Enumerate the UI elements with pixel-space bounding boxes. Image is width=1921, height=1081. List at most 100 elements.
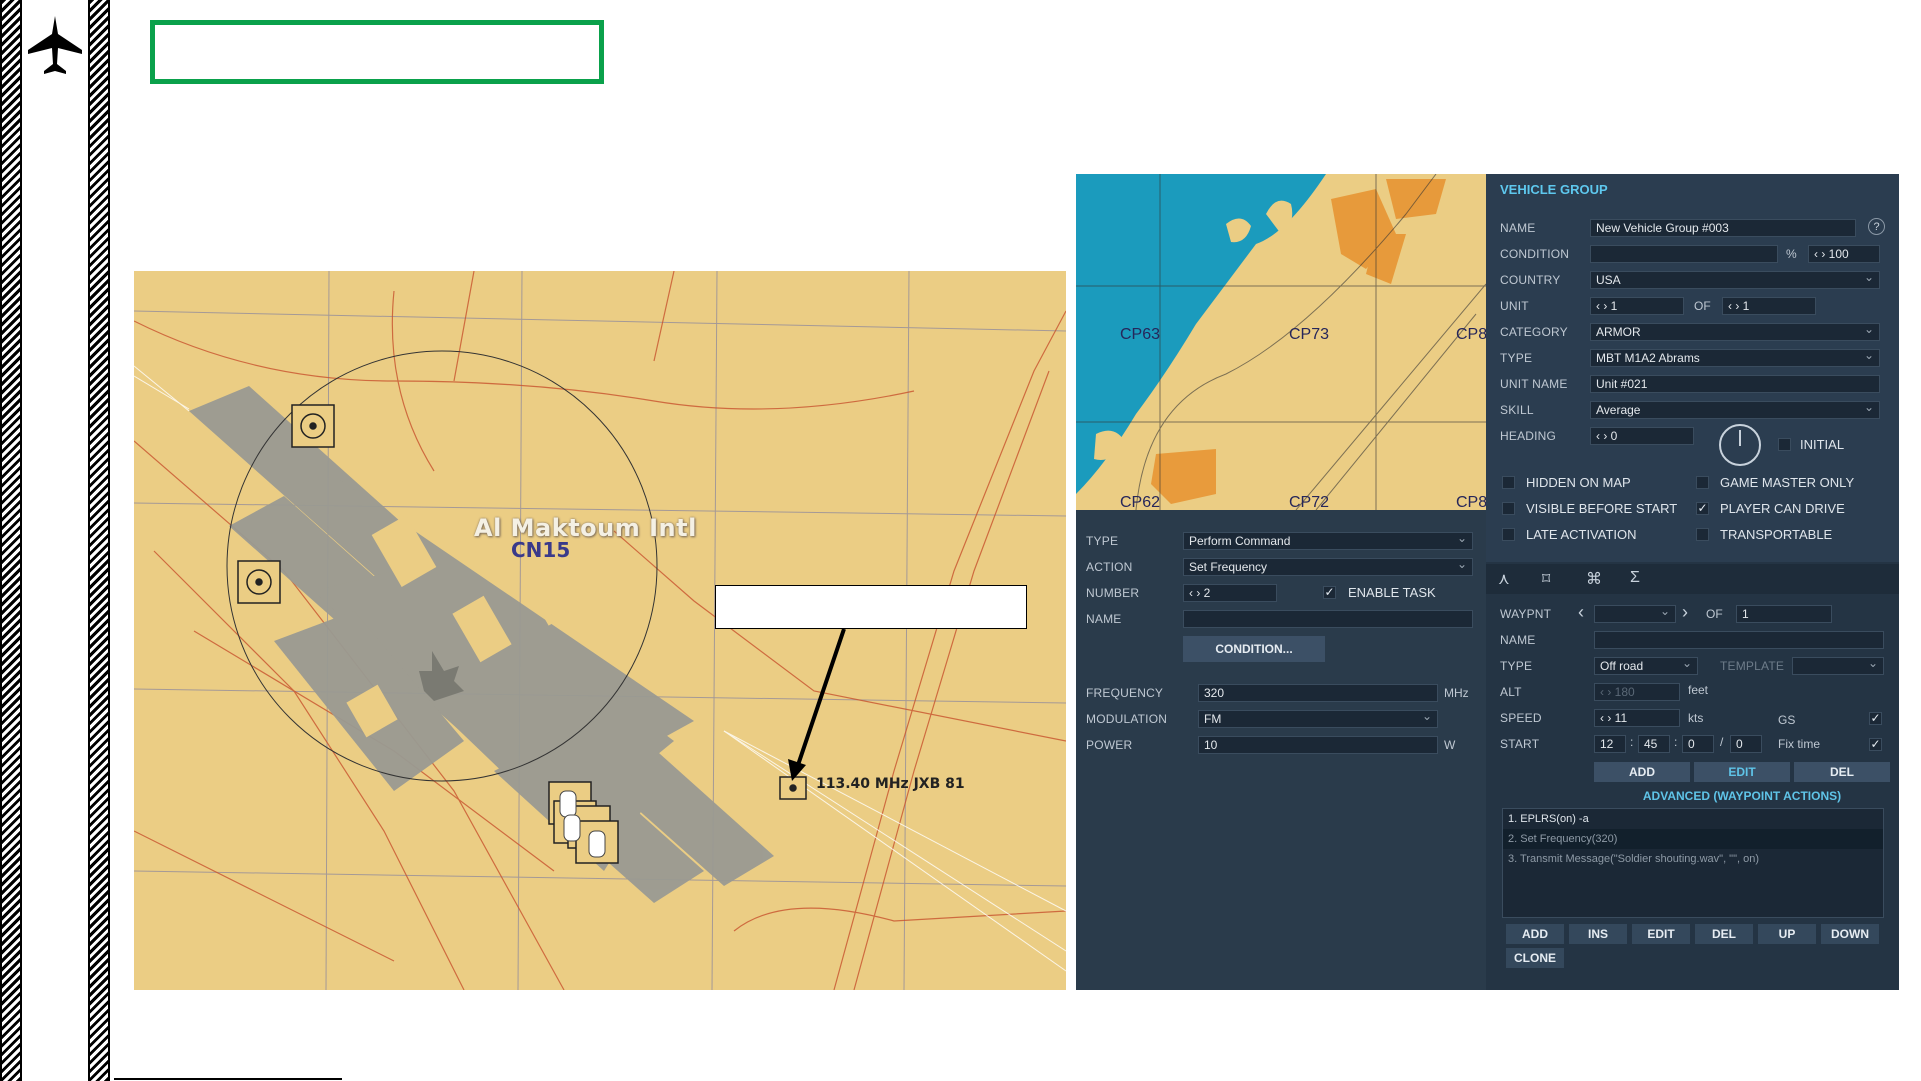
stepper-arrows-icon[interactable]: ‹ ›: [1600, 685, 1611, 699]
game-master-only-checkbox[interactable]: [1696, 476, 1709, 489]
heading-label: HEADING: [1500, 429, 1557, 443]
heading-dial[interactable]: [1719, 424, 1761, 466]
condition-input[interactable]: [1590, 245, 1778, 263]
late-activation-checkbox[interactable]: [1502, 528, 1515, 541]
power-label: POWER: [1086, 738, 1133, 752]
alt-label: ALT: [1500, 685, 1522, 699]
list-item[interactable]: 1. EPLRS(on) -a: [1503, 809, 1883, 829]
player-can-drive-checkbox[interactable]: ✓: [1696, 502, 1709, 515]
stepper-arrows-icon[interactable]: ‹ ›: [1814, 247, 1825, 261]
beacon-label: 113.40 MHz JXB 81: [816, 776, 965, 792]
grid-square-label: CN15: [511, 538, 571, 562]
unit-name-label: UNIT NAME: [1500, 377, 1568, 391]
country-select[interactable]: USA: [1590, 271, 1880, 289]
probability-stepper[interactable]: ‹ › 100: [1808, 245, 1880, 263]
triggers-tab-icon[interactable]: ⌑: [1542, 569, 1550, 589]
list-item[interactable]: 3. Transmit Message("Soldier shouting.wa…: [1503, 849, 1883, 869]
overview-map[interactable]: CP63 CP73 CP8 CP62 CP72 CP8: [1076, 174, 1486, 510]
grid-label: CP8: [1456, 326, 1486, 343]
unit-name-input[interactable]: Unit #021: [1590, 375, 1880, 393]
airfield-map[interactable]: Al Maktoum Intl CN15 113.40 MHz JXB 81: [134, 271, 1066, 990]
help-icon[interactable]: ?: [1868, 218, 1885, 235]
speed-label: SPEED: [1500, 711, 1542, 725]
mission-editor: CP63 CP73 CP8 CP62 CP72 CP8 TYPE Perform…: [1076, 174, 1899, 990]
power-input[interactable]: 10: [1198, 736, 1438, 754]
group-name-label: NAME: [1500, 221, 1536, 235]
airport-name: Al Maktoum Intl: [474, 514, 697, 542]
move-down-button[interactable]: DOWN: [1821, 924, 1879, 944]
heading-stepper[interactable]: ‹ › 0: [1590, 427, 1694, 445]
stepper-arrows-icon[interactable]: ‹ ›: [1596, 429, 1607, 443]
margin-hatch-left: [0, 0, 22, 1081]
skill-label: SKILL: [1500, 403, 1534, 417]
transportable-label: TRANSPORTABLE: [1720, 527, 1833, 542]
transportable-checkbox[interactable]: [1696, 528, 1709, 541]
start-seconds[interactable]: 0: [1682, 735, 1714, 753]
waypoint-select[interactable]: [1594, 605, 1676, 623]
visible-before-start-checkbox[interactable]: [1502, 502, 1515, 515]
waypoint-type-label: TYPE: [1500, 659, 1533, 673]
gs-label: GS: [1778, 713, 1796, 727]
list-item[interactable]: 2. Set Frequency(320): [1503, 829, 1883, 849]
insert-action-button[interactable]: INS: [1569, 924, 1627, 944]
next-waypoint-icon[interactable]: ›: [1682, 602, 1688, 623]
action-select[interactable]: Set Frequency: [1183, 558, 1473, 576]
template-select[interactable]: [1792, 657, 1884, 675]
unit-of-label: OF: [1694, 299, 1711, 313]
stepper-arrows-icon[interactable]: ‹ ›: [1600, 711, 1611, 725]
unit-label: UNIT: [1500, 299, 1529, 313]
footer-rule: [114, 1078, 342, 1080]
initial-checkbox[interactable]: [1778, 438, 1791, 451]
grid-label: CP62: [1120, 494, 1161, 510]
edit-waypoint-button[interactable]: EDIT: [1694, 762, 1790, 782]
type-select[interactable]: MBT M1A2 Abrams: [1590, 349, 1880, 367]
gs-checkbox[interactable]: ✓: [1869, 712, 1882, 725]
delete-action-button[interactable]: DEL: [1695, 924, 1753, 944]
task-type-select[interactable]: Perform Command: [1183, 532, 1473, 550]
category-select[interactable]: ARMOR: [1590, 323, 1880, 341]
group-name-input[interactable]: New Vehicle Group #003: [1590, 219, 1856, 237]
unit-stepper[interactable]: ‹ › 1: [1590, 297, 1684, 315]
speed-stepper[interactable]: ‹ › 11: [1594, 709, 1680, 727]
stepper-arrows-icon[interactable]: ‹ ›: [1728, 299, 1739, 313]
frequency-input[interactable]: 320: [1198, 684, 1438, 702]
prev-waypoint-icon[interactable]: ‹: [1578, 602, 1584, 623]
start-hours[interactable]: 12: [1594, 735, 1626, 753]
payload-tab-icon[interactable]: ⌘: [1586, 569, 1602, 589]
stepper-arrows-icon[interactable]: ‹ ›: [1596, 299, 1607, 313]
skill-select[interactable]: Average: [1590, 401, 1880, 419]
number-stepper[interactable]: ‹ › 2: [1183, 584, 1277, 602]
delete-waypoint-button[interactable]: DEL: [1794, 762, 1890, 782]
hidden-on-map-label: HIDDEN ON MAP: [1526, 475, 1631, 490]
add-waypoint-button[interactable]: ADD: [1594, 762, 1690, 782]
edit-action-button[interactable]: EDIT: [1632, 924, 1690, 944]
waypoint-count: 1: [1736, 605, 1832, 623]
stepper-arrows-icon[interactable]: ‹ ›: [1189, 586, 1200, 600]
waypoint-type-select[interactable]: Off road: [1594, 657, 1698, 675]
waypoint-of-label: OF: [1706, 607, 1723, 621]
enable-task-label: ENABLE TASK: [1348, 585, 1436, 600]
category-label: CATEGORY: [1500, 325, 1568, 339]
late-activation-label: LATE ACTIVATION: [1526, 527, 1637, 542]
fix-time-checkbox[interactable]: ✓: [1869, 738, 1882, 751]
hidden-on-map-checkbox[interactable]: [1502, 476, 1515, 489]
clone-action-button[interactable]: CLONE: [1506, 948, 1564, 968]
route-tab-icon[interactable]: ⋏: [1498, 569, 1510, 589]
initial-label: INITIAL: [1800, 437, 1845, 452]
alt-stepper[interactable]: ‹ › 180: [1594, 683, 1680, 701]
player-can-drive-label: PLAYER CAN DRIVE: [1720, 501, 1845, 516]
start-day[interactable]: 0: [1730, 735, 1762, 753]
enable-task-checkbox[interactable]: ✓: [1323, 586, 1336, 599]
summary-tab-icon[interactable]: Σ: [1630, 569, 1640, 587]
fix-time-label: Fix time: [1778, 737, 1820, 751]
callout-box: [715, 585, 1027, 629]
start-minutes[interactable]: 45: [1638, 735, 1670, 753]
advanced-waypoint-actions-button[interactable]: ADVANCED (WAYPOINT ACTIONS): [1594, 786, 1890, 806]
move-up-button[interactable]: UP: [1758, 924, 1816, 944]
unit-total-stepper[interactable]: ‹ › 1: [1722, 297, 1816, 315]
condition-button[interactable]: CONDITION...: [1183, 636, 1325, 662]
task-name-input[interactable]: [1183, 610, 1473, 628]
waypoint-name-input[interactable]: [1594, 631, 1884, 649]
modulation-select[interactable]: FM: [1198, 710, 1438, 728]
add-action-button[interactable]: ADD: [1506, 924, 1564, 944]
